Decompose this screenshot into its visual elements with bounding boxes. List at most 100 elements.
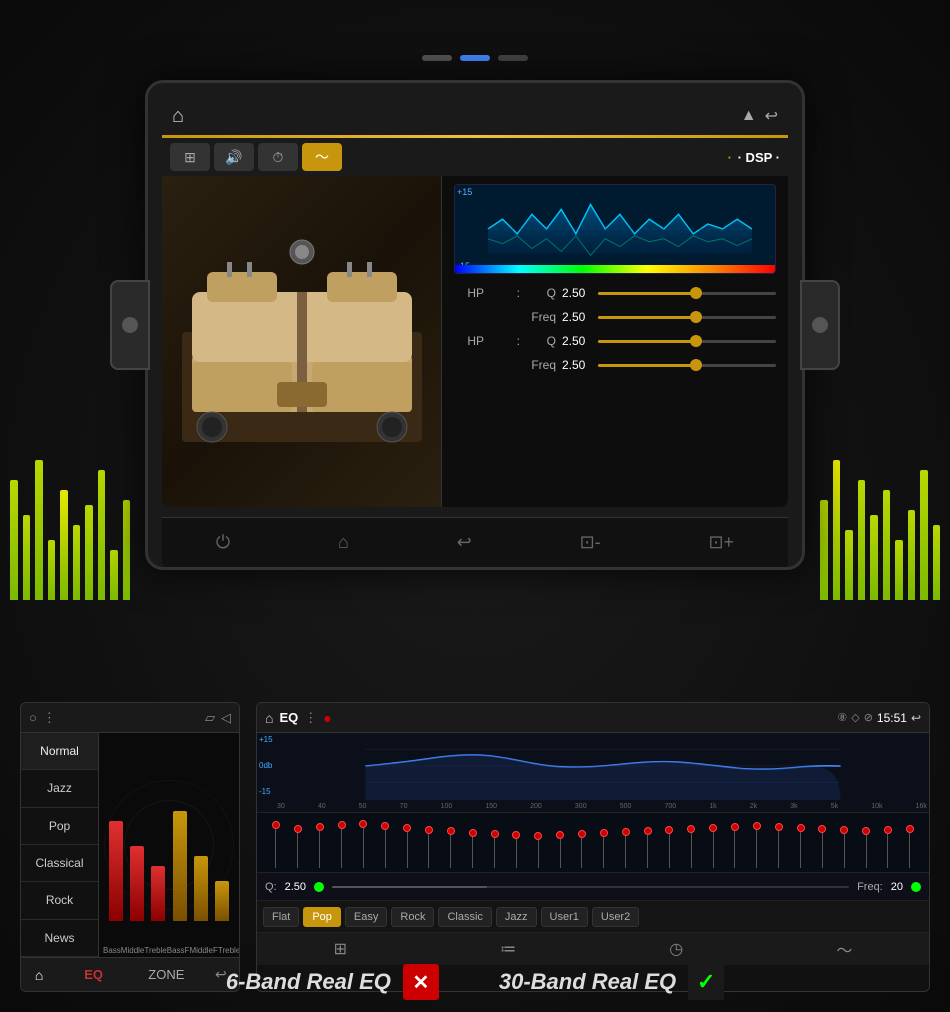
eq30-top-bar: ⌂ EQ ⋮ ● ⑧ ◇ ⊘ 15:51 ↩ [257,703,929,733]
band-col-11 [491,817,499,868]
dsp-slider-hp-q: HP : Q 2.50 [454,286,776,300]
preset-rock[interactable]: Rock [391,907,434,927]
band-col-30 [906,817,914,868]
preset-pop[interactable]: Pop [303,907,341,927]
bottom-nav: ⏻ ⌂ ↩ ⊡- ⊡+ [162,517,788,567]
back-icon[interactable]: ↩ [765,106,778,126]
head-unit: MIC ⌂ ▲ ↩ ⊞ 🔊 ⏱ 〜 · · DSP · [145,80,805,570]
caption-6band: 6-Band Real EQ ✕ [226,964,439,1000]
eq30-menu-icon[interactable]: ⋮ [304,710,317,726]
dot-3 [498,55,528,61]
eq30-preset-buttons: Flat Pop Easy Rock Classic Jazz User1 Us… [257,901,929,933]
eq30-back-icon[interactable]: ↩ [911,711,921,725]
car-interior-panel [162,176,442,507]
menu-icon[interactable]: ⋮ [43,710,56,726]
preset-normal[interactable]: Normal [21,733,98,770]
mount-ear-left [110,280,150,370]
band-col-16 [600,817,608,868]
circle-icon: ○ [29,710,37,725]
waveform-btn[interactable]: 〜 [302,143,342,171]
bg-bar [833,460,841,600]
dsp-slider-freq2: Freq 2.50 [454,358,776,372]
dot-2 [460,55,490,61]
q-green-indicator [314,882,324,892]
band-col-27 [840,817,848,868]
eq-6band-panel: ○ ⋮ ▱ ◁ Normal Jazz Pop Classical Rock N… [20,702,240,992]
band-col-8 [425,817,433,868]
bg-bar [85,505,93,600]
slider-track[interactable] [598,292,776,295]
band-col-25 [797,817,805,868]
bg-bar [933,525,941,600]
eq30-bt-icon: ⑧ [837,711,847,725]
eq30-record-dot: ● [323,710,331,726]
eq-bar-bassf [173,821,187,921]
vol-down-icon[interactable]: ⊡- [580,532,601,553]
q-label: Q: [265,881,277,893]
preset-classic[interactable]: Classic [438,907,491,927]
eq-6band-bars-area: Bass Middle Treble BassF MiddleF TrebleF [99,733,239,957]
window-icon[interactable]: ▱ [205,710,215,726]
preset-user2[interactable]: User2 [592,907,639,927]
caption-6band-text: 6-Band Real EQ [226,969,391,995]
bg-bar [895,540,903,600]
preset-rock[interactable]: Rock [21,882,98,919]
dsp-label: · · DSP · [728,150,780,165]
equalizer-btn[interactable]: ⊞ [170,143,210,171]
eq30-chart-labels: +15 0db -15 [259,735,273,796]
timer-btn[interactable]: ⏱ [258,143,298,171]
bg-bar [908,510,916,600]
eq30-freq-labels: 30 40 50 70 100 150 200 300 500 700 1k 2… [277,803,927,810]
bg-bar [73,525,81,600]
eq30-controls-row: Q: 2.50 Freq: 20 [257,873,929,901]
mount-ear-right [800,280,840,370]
band-col-19 [665,817,673,868]
home-button[interactable]: ⌂ [172,105,184,128]
caption-30band-text: 30-Band Real EQ [499,969,676,995]
bg-bar [870,515,878,600]
q-value: 2.50 [285,881,306,893]
power-icon[interactable]: ⏻ [216,532,230,553]
waveform-display: +15 -15 [454,184,776,274]
captions-area: 6-Band Real EQ ✕ 30-Band Real EQ ✓ [0,952,950,1012]
slider-track[interactable] [598,364,776,367]
back-nav-icon[interactable]: ↩ [457,532,472,553]
home-nav-icon[interactable]: ⌂ [338,532,349,553]
preset-jazz[interactable]: Jazz [21,770,98,807]
band-col-23 [753,817,761,868]
eq-bar-middle [130,821,144,921]
band-col-22 [731,817,739,868]
dsp-controls-panel: +15 -15 [442,176,788,507]
eject-icon[interactable]: ▲ [741,107,757,125]
bg-bar [10,480,18,600]
toolbar: ⊞ 🔊 ⏱ 〜 · · DSP · [162,138,788,176]
q-slider[interactable] [332,886,849,888]
bg-bar [883,490,891,600]
eq30-home-icon[interactable]: ⌂ [265,710,273,726]
preset-user1[interactable]: User1 [541,907,588,927]
volume-btn[interactable]: 🔊 [214,143,254,171]
slider-track[interactable] [598,316,776,319]
caption-30band: 30-Band Real EQ ✓ [499,964,724,1000]
eq-6band-content: Normal Jazz Pop Classical Rock News [21,733,239,957]
preset-pop[interactable]: Pop [21,808,98,845]
eq30-chart: +15 0db -15 30 40 50 70 100 150 [257,733,929,813]
slider-track[interactable] [598,340,776,343]
preset-easy[interactable]: Easy [345,907,387,927]
bg-bar [920,470,928,600]
preset-flat[interactable]: Flat [263,907,299,927]
back-arrow-icon[interactable]: ◁ [221,710,231,726]
band-col-26 [818,817,826,868]
page-indicator [422,55,528,61]
band-col-18 [644,817,652,868]
band-col-4 [338,817,346,868]
bg-bar [23,515,31,600]
bg-bar [123,500,131,600]
preset-jazz[interactable]: Jazz [496,907,537,927]
preset-classical[interactable]: Classical [21,845,98,882]
vol-up-icon[interactable]: ⊡+ [708,532,734,553]
dsp-slider-hp-q2: HP : Q 2.50 [454,334,776,348]
eq30-band-sliders [257,813,929,873]
eq30-signal-icon: ◇ [851,711,859,725]
screen-top-bar: ⌂ ▲ ↩ [162,97,788,135]
